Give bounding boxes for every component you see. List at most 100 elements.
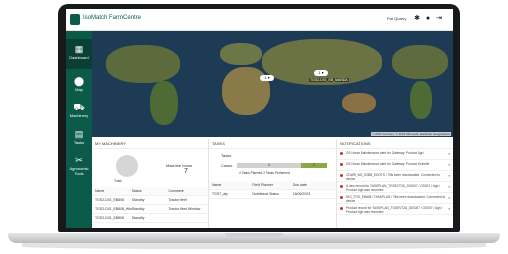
cell: TGS7_aty [212,192,228,196]
cell: Tractor fleet Window [168,207,201,211]
user-name[interactable]: Pat Quarry [387,16,406,21]
machinery-donut-chart [116,155,138,177]
trash-icon[interactable]: ▪ [449,206,450,211]
sidebar-item-label: Agronomic Tools [69,166,89,176]
cell: Nutritional Status [252,192,279,196]
laptop-mockup: IsoMatch FarmCentre Pat Quarry ✱ ● ⇥ ▦ D… [0,0,508,254]
land-americas-east [392,45,448,79]
land-south-america-east [410,81,432,119]
land-europe [220,43,262,65]
table-row[interactable]: TGS7_aty Nutritional Status 16/06/2023 [209,190,336,199]
sidebar-item-label: Tasks [73,140,85,145]
land-australia [342,93,376,113]
map-pin-icon: ⬤ [73,76,85,86]
sidebar-item-label: Machinery [69,113,89,118]
laptop-shadow [22,243,486,249]
column-header: Name [212,183,222,187]
sidebar-item-dashboard[interactable]: ▦ Dashboard [66,39,92,69]
notification-item[interactable]: CDWR_BG_E2BB_EDOTS / Tills been download… [337,171,453,182]
table-row[interactable]: TGS2-DIG_EB808 Standby [92,214,208,223]
table-header: Name Field Planner Due date [209,181,336,190]
tasks-label: Tasks [221,153,232,158]
panel-title: TASKS [209,139,336,149]
calendar-icon: ▤ [74,129,84,139]
notification-text: A new record for TASKPLAN_TGSEVT2A_DIG00… [346,184,441,192]
cell: Standby [131,198,145,202]
trash-icon[interactable]: ▪ [449,184,450,189]
sidebar-item-machinery[interactable]: ⛟ Machinery [66,97,92,127]
column-header: Status [131,189,142,193]
cell: TGS2-DIG_EB808 [95,198,124,202]
logout-icon[interactable]: ⇥ [435,15,443,23]
machinery-panel: MY MACHINERY Total Machine hours 7 Name … [92,139,209,228]
trash-icon[interactable]: ▪ [449,195,450,200]
column-header: Comment [168,189,184,193]
cell: TGS2-DIG_EB808_Window [95,207,132,211]
sidebar-item-agronomic-tools[interactable]: ✂ Agronomic Tools [66,150,92,186]
notification-text: DIG_TGS_EB808 / TASKPLAN / Tills been do… [346,195,446,203]
dashboard-icon: ▦ [74,44,84,54]
column-header: Name [95,189,105,193]
notifications-panel: NOTIFICATIONS GS Hours Maintenance alert… [337,139,453,228]
app-title: IsoMatch FarmCentre [83,15,142,21]
alert-dot-icon [340,152,343,155]
map-attribution: © 2023 TomTom, © 2023 Microsoft, Earthst… [371,132,451,136]
column-header: Field Planner [252,183,273,187]
tasks-planned-bar: 4 [237,163,301,168]
app-screen: IsoMatch FarmCentre Pat Quarry ✱ ● ⇥ ▦ D… [66,9,453,228]
map-marker-cluster[interactable]: 1 ▾ [260,75,274,81]
land-south-america [150,81,178,125]
table-row[interactable]: TGS2-DIG_EB808 Standby Tractor fleet [92,196,208,205]
trash-icon[interactable]: ▪ [449,151,450,156]
app-logo[interactable] [70,14,80,25]
cell: Tractor fleet [168,198,187,202]
tasks-bar-caption: 4 Tasks Planned 2 Tasks Performed [239,171,290,175]
tools-icon: ✂ [75,155,83,165]
help-icon[interactable]: ● [424,15,432,23]
top-bar: IsoMatch FarmCentre Pat Quarry ✱ ● ⇥ [66,9,453,31]
map-marker-label: TGS2-DIG_EB_MANDA [309,78,349,82]
cell: TGS2-DIG_EB808 [95,216,124,220]
cell: Standby [131,207,145,211]
trash-icon[interactable]: ▪ [449,162,450,167]
notification-item[interactable]: DIG_TGS_EB808 / TASKPLAN / Tills been do… [337,193,453,204]
alert-dot-icon [340,185,343,188]
trash-icon[interactable]: ▪ [449,173,450,178]
notification-text: CDWR_BG_E2BB_EDOTS / Tills been download… [346,173,440,181]
table-header: Name Status Comment [92,187,208,196]
land-north-america [106,45,180,83]
donut-caption: Total [114,179,122,183]
machinery-summary: Total Machine hours 7 [92,149,208,187]
notification-item[interactable]: GS Hours Maintenance alert for Gateway: … [337,160,453,171]
notification-item[interactable]: GS Hours Maintenance alert for Gateway: … [337,149,453,160]
tasks-performed-bar: 2 [301,163,327,168]
column-header: Due date [292,183,307,187]
machine-hours-value: 7 [184,168,188,175]
alert-dot-icon [340,196,343,199]
tractor-icon: ⛟ [73,102,85,112]
tasks-panel: TASKS Tasks Cases 4 2 4 Tasks Planned 2 … [209,139,337,228]
cases-label: Cases [221,163,233,168]
notification-text: GS Hours Maintenance alert for Gateway: … [346,151,424,155]
sidebar: ▦ Dashboard ⬤ Map ⛟ Machinery ▤ Tasks ✂ … [66,31,92,228]
sidebar-item-label: Map [75,87,83,92]
laptop-notch [225,233,283,237]
cell: 16/06/2023 [292,192,311,196]
notification-text: GS Hours Maintenance alert for Gateway: … [346,162,430,166]
notification-item[interactable]: Product record for TASKPLAN_TGSEVT2A_DIG… [337,204,453,215]
map-marker-cluster[interactable]: 1 ▾ [314,70,328,76]
panel-title: NOTIFICATIONS [337,139,453,149]
notification-item[interactable]: A new record for TASKPLAN_TGSEVT2A_DIG00… [337,182,453,193]
machine-hours-label: Machine hours [166,163,193,168]
cell: Standby [131,216,145,220]
table-row[interactable]: TGS2-DIG_EB808_Window Standby Tractor fl… [92,205,208,214]
sidebar-item-label: Dashboard [69,55,89,60]
alert-dot-icon [340,163,343,166]
notification-text: Product record for TASKPLAN_TGSEVT2A_DIG… [346,206,443,214]
world-map[interactable]: 1 ▾ 1 ▾ TGS2-DIG_EB_MANDA © 2023 TomTom,… [92,31,453,137]
tasks-summary: Tasks Cases 4 2 4 Tasks Planned 2 Tasks … [209,149,336,181]
alert-dot-icon [340,207,343,210]
alert-dot-icon [340,174,343,177]
panel-title: MY MACHINERY [92,139,208,149]
settings-icon[interactable]: ✱ [413,15,421,23]
